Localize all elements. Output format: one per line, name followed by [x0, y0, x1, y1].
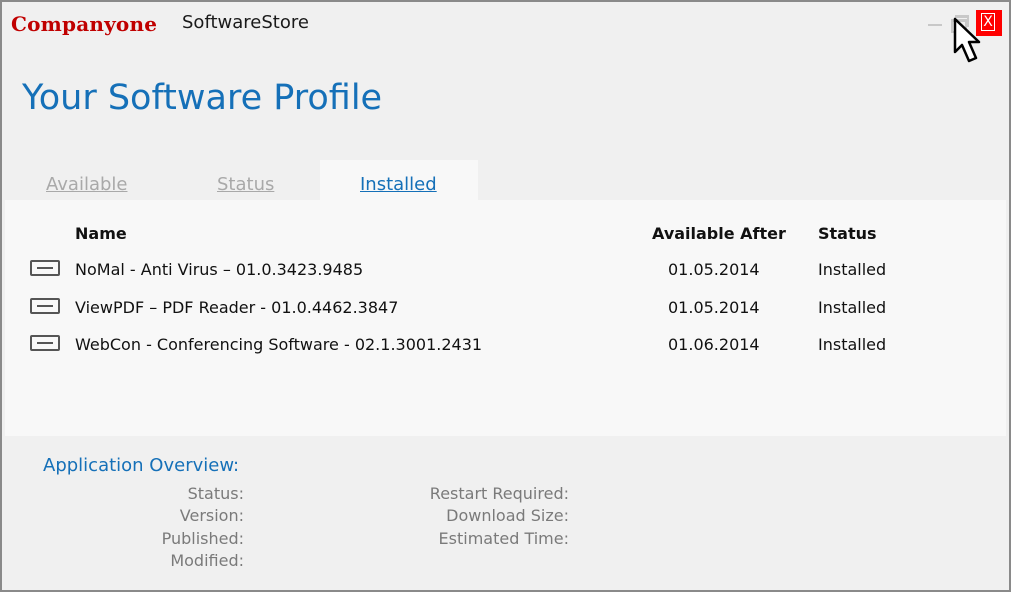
uninstall-icon[interactable] — [30, 260, 60, 276]
row-status: Installed — [818, 298, 887, 317]
row-available-after: 01.05.2014 — [668, 298, 760, 317]
row-name[interactable]: NoMal - Anti Virus – 01.0.3423.9485 — [75, 260, 363, 279]
overview-restart-required-label: Restart Required: — [429, 484, 569, 503]
column-header-status[interactable]: Status — [818, 224, 877, 243]
app-title: SoftwareStore — [182, 12, 309, 33]
uninstall-icon[interactable] — [30, 335, 60, 351]
page-title: Your Software Profile — [22, 78, 383, 118]
tab-available[interactable]: Available — [46, 174, 127, 195]
title-bar: Companyone SoftwareStore X — [2, 2, 1009, 42]
overview-title: Application Overview: — [43, 455, 240, 476]
uninstall-icon[interactable] — [30, 298, 60, 314]
tab-installed-label: Installed — [360, 174, 437, 195]
brand-logo: Companyone — [11, 12, 158, 36]
row-name[interactable]: ViewPDF – PDF Reader - 01.0.4462.3847 — [75, 298, 398, 317]
overview-published-label: Published: — [161, 529, 244, 548]
column-header-available-after[interactable]: Available After — [652, 224, 786, 243]
column-header-name[interactable]: Name — [75, 224, 127, 243]
overview-estimated-time-label: Estimated Time: — [438, 529, 569, 548]
row-status: Installed — [818, 260, 887, 279]
overview-status-label: Status: — [187, 484, 244, 503]
tab-installed[interactable]: Installed — [320, 160, 478, 202]
mouse-pointer-icon — [953, 17, 981, 63]
row-available-after: 01.06.2014 — [668, 335, 760, 354]
overview-modified-label: Modified: — [170, 551, 244, 570]
minimize-button[interactable] — [924, 10, 946, 32]
row-name[interactable]: WebCon - Conferencing Software - 02.1.30… — [75, 335, 482, 354]
tab-status[interactable]: Status — [217, 174, 274, 195]
overview-version-label: Version: — [179, 506, 244, 525]
app-window: Companyone SoftwareStore X Your Software… — [0, 0, 1011, 592]
row-status: Installed — [818, 335, 887, 354]
row-available-after: 01.05.2014 — [668, 260, 760, 279]
overview-download-size-label: Download Size: — [446, 506, 569, 525]
